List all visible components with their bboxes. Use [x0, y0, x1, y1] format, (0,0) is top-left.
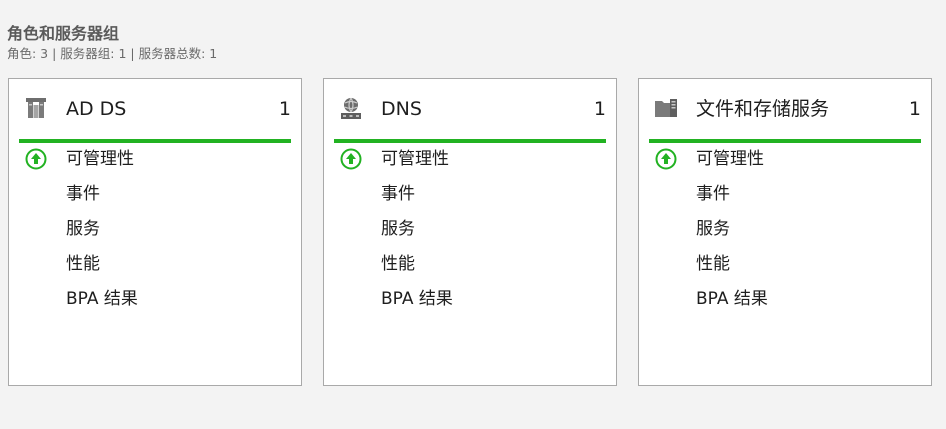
status-up-arrow-icon: [25, 148, 47, 170]
row-services[interactable]: 服务: [334, 216, 606, 251]
server-count[interactable]: 1: [279, 97, 291, 121]
page-subtitle: 角色: 3 | 服务器组: 1 | 服务器总数: 1: [7, 46, 218, 61]
tile-title[interactable]: DNS: [381, 97, 422, 121]
row-label[interactable]: 事件: [381, 181, 415, 207]
row-label[interactable]: 性能: [696, 251, 730, 277]
row-services[interactable]: 服务: [19, 216, 291, 251]
status-up-arrow-icon: [340, 148, 362, 170]
row-label[interactable]: 事件: [696, 181, 730, 207]
row-manageability[interactable]: 可管理性: [19, 146, 291, 181]
role-tile-ad-ds[interactable]: AD DS 1 可管理性 事件 服务 性能 BPA 结果: [8, 78, 302, 386]
row-label[interactable]: 可管理性: [696, 146, 764, 172]
row-manageability[interactable]: 可管理性: [334, 146, 606, 181]
ad-ds-icon: [26, 98, 46, 118]
row-label[interactable]: 服务: [381, 216, 415, 242]
row-label[interactable]: 性能: [66, 251, 100, 277]
row-manageability[interactable]: 可管理性: [649, 146, 921, 181]
tile-header[interactable]: AD DS 1: [19, 89, 291, 143]
row-label[interactable]: BPA 结果: [66, 286, 138, 312]
row-events[interactable]: 事件: [19, 181, 291, 216]
server-count[interactable]: 1: [594, 97, 606, 121]
row-label[interactable]: 服务: [696, 216, 730, 242]
row-performance[interactable]: 性能: [19, 251, 291, 286]
row-events[interactable]: 事件: [649, 181, 921, 216]
tile-title[interactable]: AD DS: [66, 97, 126, 121]
tile-title[interactable]: 文件和存储服务: [696, 97, 829, 121]
row-bpa-results[interactable]: BPA 结果: [649, 286, 921, 321]
row-bpa-results[interactable]: BPA 结果: [19, 286, 291, 321]
tile-header[interactable]: 文件和存储服务 1: [649, 89, 921, 143]
row-events[interactable]: 事件: [334, 181, 606, 216]
status-up-arrow-icon: [655, 148, 677, 170]
tile-rows: 可管理性 事件 服务 性能 BPA 结果: [334, 146, 606, 321]
row-label[interactable]: 事件: [66, 181, 100, 207]
row-performance[interactable]: 性能: [334, 251, 606, 286]
row-label[interactable]: 服务: [66, 216, 100, 242]
server-count[interactable]: 1: [909, 97, 921, 121]
tile-rows: 可管理性 事件 服务 性能 BPA 结果: [649, 146, 921, 321]
row-label[interactable]: BPA 结果: [696, 286, 768, 312]
row-performance[interactable]: 性能: [649, 251, 921, 286]
dns-icon: [341, 97, 361, 119]
role-tile-dns[interactable]: DNS 1 可管理性 事件 服务 性能 BPA 结果: [323, 78, 617, 386]
row-label[interactable]: 可管理性: [66, 146, 134, 172]
role-tile-file-storage[interactable]: 文件和存储服务 1 可管理性 事件 服务 性能 BPA 结果: [638, 78, 932, 386]
tile-rows: 可管理性 事件 服务 性能 BPA 结果: [19, 146, 291, 321]
page-header: 角色和服务器组 角色: 3 | 服务器组: 1 | 服务器总数: 1: [7, 24, 217, 63]
row-services[interactable]: 服务: [649, 216, 921, 251]
row-label[interactable]: BPA 结果: [381, 286, 453, 312]
row-label[interactable]: 可管理性: [381, 146, 449, 172]
page-title: 角色和服务器组: [7, 24, 120, 43]
row-label[interactable]: 性能: [381, 251, 415, 277]
row-bpa-results[interactable]: BPA 结果: [334, 286, 606, 321]
tile-header[interactable]: DNS 1: [334, 89, 606, 143]
file-storage-icon: [655, 99, 677, 117]
